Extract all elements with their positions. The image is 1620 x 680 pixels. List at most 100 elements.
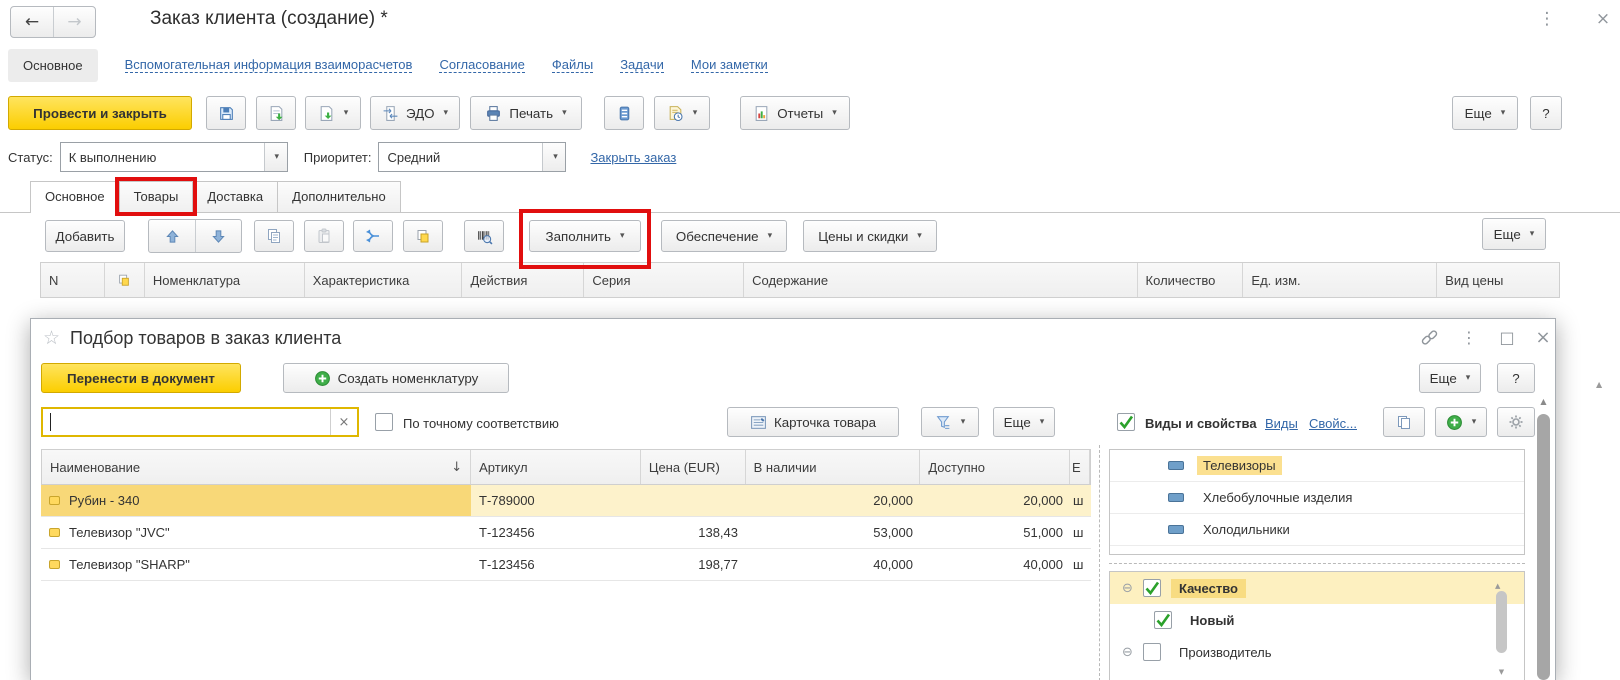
favorite-star-icon[interactable]: ☆	[43, 327, 60, 349]
tree-collapse-icon[interactable]: ⊖	[1120, 581, 1135, 596]
product-row[interactable]: Телевизор "JVC" Т-123456 138,43 53,000 5…	[41, 517, 1091, 549]
panel-splitter[interactable]	[1099, 445, 1100, 680]
post-arrow-icon	[318, 105, 335, 122]
status-select[interactable]: К выполнению ▾	[60, 142, 288, 172]
add-row-button[interactable]: Добавить	[45, 220, 125, 252]
plus-circle-icon	[1446, 414, 1463, 431]
list-more-button[interactable]: Еще ▾	[993, 407, 1055, 437]
prices-discounts-button[interactable]: Цены и скидки ▾	[803, 220, 937, 252]
window-more-button[interactable]: Еще ▾	[1452, 96, 1518, 130]
post-document-button[interactable]	[256, 96, 296, 130]
product-row[interactable]: Телевизор "SHARP" Т-123456 198,77 40,000…	[41, 549, 1091, 581]
dialog-scrollbar[interactable]: ▲	[1536, 397, 1551, 680]
create-nomenclature-button[interactable]: Создать номенклатуру	[283, 363, 509, 393]
scroll-up-icon[interactable]: ▲	[1536, 397, 1551, 411]
print-button[interactable]: Печать ▾	[470, 96, 582, 130]
category-row-selected[interactable]: Телевизоры	[1110, 450, 1524, 482]
settings-button[interactable]	[1497, 407, 1535, 437]
category-row[interactable]: Холодильники	[1110, 514, 1524, 546]
filter-button[interactable]: ▾	[921, 407, 979, 437]
property-row-quality[interactable]: ⊖ Качество ▲ ▼	[1110, 572, 1524, 604]
property-row-new[interactable]: Новый	[1110, 604, 1524, 636]
tree-scrollbar[interactable]: ▲ ▼	[1495, 576, 1508, 680]
back-button[interactable]: ←	[11, 7, 53, 37]
window-menu-button[interactable]: ⋮	[1534, 6, 1560, 32]
product-name: Рубин - 340	[69, 493, 139, 508]
nav-main[interactable]: Основное	[8, 49, 98, 82]
exact-match-checkbox[interactable]	[375, 413, 393, 431]
edo-button[interactable]: ЭДО ▾	[370, 96, 460, 130]
dialog-close-button[interactable]: ×	[1529, 325, 1557, 349]
post-variants-button[interactable]: ▾	[305, 96, 361, 130]
nav-files-link[interactable]: Файлы	[552, 57, 593, 73]
dialog-menu-button[interactable]: ⋮	[1455, 325, 1483, 349]
move-up-button[interactable]	[149, 220, 195, 252]
scroll-thumb[interactable]	[1496, 591, 1507, 653]
types-link[interactable]: Виды	[1265, 416, 1298, 431]
supply-button[interactable]: Обеспечение ▾	[661, 220, 787, 252]
product-table-header[interactable]: Наименование ↓ Артикул Цена (EUR) В нали…	[41, 449, 1091, 485]
manufacturer-checkbox[interactable]	[1143, 643, 1161, 661]
dialog-maximize-button[interactable]: □	[1493, 325, 1521, 349]
product-row-selected[interactable]: Рубин - 340 Т-789000 20,000 20,000 ш	[41, 485, 1091, 517]
product-in-stock: 20,000	[746, 485, 921, 516]
scroll-down-icon[interactable]: ▼	[1495, 668, 1508, 679]
tab-delivery[interactable]: Доставка	[192, 181, 278, 212]
split-row-button[interactable]	[353, 220, 393, 252]
nav-approval-link[interactable]: Согласование	[439, 57, 524, 73]
tree-collapse-icon[interactable]: ⊖	[1120, 645, 1135, 660]
save-button[interactable]	[206, 96, 246, 130]
quality-checkbox[interactable]	[1143, 579, 1161, 597]
priority-select[interactable]: Средний ▾	[378, 142, 566, 172]
section-nav: Основное Вспомогательная информация взаи…	[0, 46, 1620, 84]
nav-tasks-link[interactable]: Задачи	[620, 57, 664, 73]
dialog-help-button[interactable]: ?	[1497, 363, 1535, 393]
tab-goods[interactable]: Товары	[119, 181, 194, 212]
reports-button[interactable]: Отчеты ▾	[740, 96, 850, 130]
nav-notes-link[interactable]: Мои заметки	[691, 57, 768, 73]
product-table: Наименование ↓ Артикул Цена (EUR) В нали…	[41, 449, 1091, 581]
new-checkbox[interactable]	[1154, 611, 1172, 629]
scroll-up-icon[interactable]: ▲	[1495, 582, 1500, 590]
grid-scroll-up-icon[interactable]: ▲	[1596, 380, 1602, 389]
property-label: Качество	[1171, 579, 1246, 598]
product-price: 138,43	[641, 517, 746, 548]
props-link[interactable]: Свойс...	[1309, 416, 1357, 431]
compare-pages-button[interactable]	[1383, 407, 1425, 437]
move-down-button[interactable]	[195, 220, 241, 252]
types-props-checkbox[interactable]	[1117, 413, 1135, 431]
edo-label: ЭДО	[406, 106, 435, 121]
search-clear-button[interactable]: ×	[330, 409, 357, 435]
category-label: Холодильники	[1197, 520, 1296, 539]
goods-grid-header[interactable]: N Номенклатура Характеристика Действия С…	[40, 262, 1560, 298]
category-row[interactable]: Хлебобулочные изделия	[1110, 482, 1524, 514]
scheduled-docs-button[interactable]: ▾	[654, 96, 710, 130]
history-nav: ← →	[10, 6, 96, 38]
scroll-thumb[interactable]	[1537, 414, 1550, 680]
transfer-to-document-button[interactable]: Перенести в документ	[41, 363, 241, 393]
window-help-button[interactable]: ?	[1530, 96, 1562, 130]
copy-row-button[interactable]	[254, 220, 294, 252]
item-icon	[49, 496, 60, 505]
tab-main[interactable]: Основное	[30, 181, 120, 213]
add-type-button[interactable]: ▾	[1435, 407, 1487, 437]
nav-aux-info-link[interactable]: Вспомогательная информация взаиморасчето…	[125, 57, 413, 73]
paste-row-button[interactable]	[304, 220, 344, 252]
grid-more-button[interactable]: Еще ▾	[1482, 218, 1546, 250]
search-input[interactable]	[43, 409, 330, 435]
close-order-link[interactable]: Закрыть заказ	[590, 150, 676, 165]
window-close-button[interactable]: ×	[1590, 6, 1616, 32]
structure-button[interactable]	[604, 96, 644, 130]
create-label: Создать номенклатуру	[338, 371, 479, 386]
dialog-more-button[interactable]: Еще ▾	[1419, 363, 1481, 393]
more-label: Еще	[1004, 415, 1031, 430]
copy-pages-button[interactable]	[403, 220, 443, 252]
product-card-button[interactable]: Карточка товара	[727, 407, 899, 437]
barcode-search-button[interactable]	[464, 220, 504, 252]
post-and-close-button[interactable]: Провести и закрыть	[8, 96, 192, 130]
get-link-button[interactable]	[1415, 325, 1443, 349]
property-row-manufacturer[interactable]: ⊖ Производитель	[1110, 636, 1524, 668]
tab-additional[interactable]: Дополнительно	[277, 181, 401, 212]
fill-button[interactable]: Заполнить ▾	[529, 220, 641, 252]
forward-button[interactable]: →	[53, 7, 95, 37]
